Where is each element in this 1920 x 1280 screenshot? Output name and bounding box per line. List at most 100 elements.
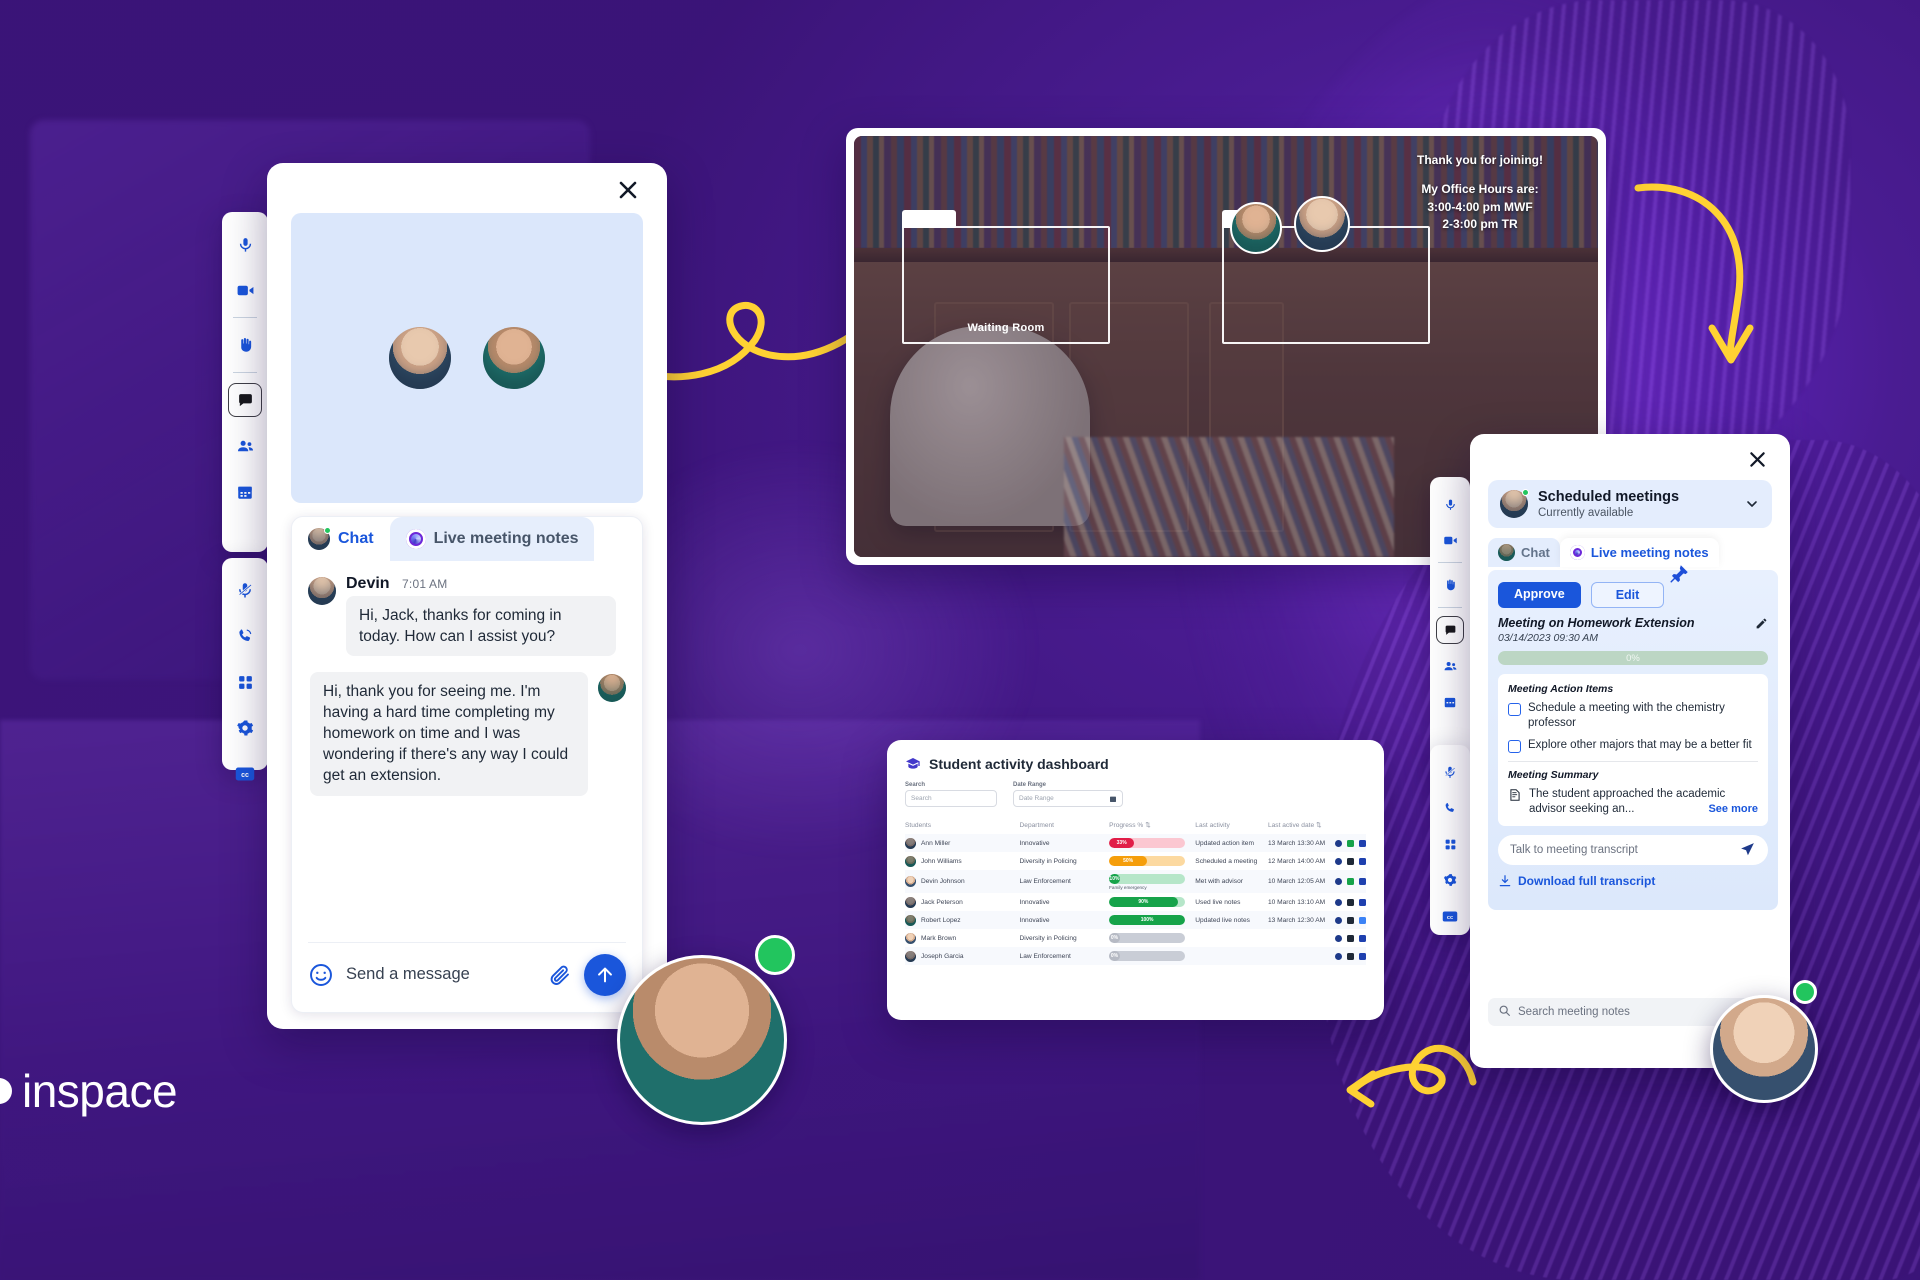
smiley-icon[interactable] [308, 962, 334, 988]
meeting-toolbar-left-secondary[interactable]: cc [222, 558, 268, 781]
calendar-icon[interactable] [1109, 795, 1117, 803]
self-view-avatar[interactable] [617, 955, 787, 1125]
settings-icon[interactable] [228, 711, 262, 745]
search-meeting-notes-input[interactable]: Search meeting notes [1518, 1006, 1630, 1018]
paperclip-icon[interactable] [548, 963, 572, 987]
message-icon[interactable] [1347, 898, 1354, 906]
cell-actions[interactable] [1335, 929, 1366, 947]
mic-off-icon[interactable] [1436, 758, 1464, 786]
tab-live-meeting-notes[interactable]: Live meeting notes [389, 517, 595, 561]
closed-captions-icon[interactable]: cc [1436, 902, 1464, 930]
notes-icon[interactable] [1359, 898, 1366, 906]
notes-action-buttons[interactable]: Approve Edit [1498, 582, 1768, 608]
checkbox[interactable] [1508, 739, 1521, 753]
chat-icon[interactable] [228, 383, 262, 417]
notes-icon[interactable] [1359, 839, 1366, 847]
message-input[interactable]: Send a message [346, 965, 536, 984]
raise-hand-icon[interactable] [228, 328, 262, 362]
camera-icon[interactable] [228, 273, 262, 307]
send-button[interactable] [584, 953, 626, 996]
checkbox[interactable] [1508, 703, 1521, 716]
calendar-icon[interactable] [1436, 688, 1464, 716]
camera-icon[interactable] [1436, 526, 1464, 554]
message-icon[interactable] [1347, 878, 1354, 885]
message-icon[interactable] [1347, 839, 1354, 847]
notes-tabs[interactable]: Chat Live meeting notes [1488, 538, 1790, 567]
table-row[interactable]: Joseph Garcia Law Enforcement 0% [905, 947, 1366, 965]
view-profile-icon[interactable] [1335, 934, 1342, 942]
close-icon[interactable] [615, 177, 641, 203]
search-input[interactable]: Search [905, 790, 997, 807]
mic-off-icon[interactable] [228, 573, 262, 607]
closed-captions-icon[interactable]: cc [228, 757, 262, 791]
action-item[interactable]: Schedule a meeting with the chemistry pr… [1508, 701, 1758, 731]
date-range-filter[interactable]: Date Range Date Range [1013, 782, 1123, 807]
transcript-input-row[interactable]: Talk to meeting transcript [1498, 834, 1768, 865]
microphone-icon[interactable] [1436, 490, 1464, 518]
col-progress[interactable]: Progress % ⇅ [1109, 817, 1195, 834]
calendar-icon[interactable] [228, 475, 262, 509]
scheduled-meetings-card[interactable]: Scheduled meetings Currently available [1488, 480, 1772, 528]
message-icon[interactable] [1347, 934, 1354, 942]
cell-actions[interactable] [1335, 893, 1366, 911]
message-icon[interactable] [1347, 857, 1354, 865]
raise-hand-icon[interactable] [1436, 571, 1464, 599]
notes-toolbar-primary[interactable] [1430, 477, 1470, 777]
sort-icon[interactable]: ⇅ [1145, 821, 1151, 829]
view-profile-icon[interactable] [1335, 839, 1342, 847]
grid-view-icon[interactable] [1436, 830, 1464, 858]
cell-actions[interactable] [1335, 852, 1366, 870]
participants-icon[interactable] [1436, 652, 1464, 680]
notes-toolbar-secondary[interactable]: cc [1430, 745, 1470, 935]
see-more-link[interactable]: See more [1708, 802, 1758, 816]
view-profile-icon[interactable] [1335, 898, 1342, 906]
phone-icon[interactable] [228, 619, 262, 653]
table-row[interactable]: Mark Brown Diversity in Policing 0% [905, 929, 1366, 947]
edit-button[interactable]: Edit [1590, 582, 1665, 608]
cell-actions[interactable] [1335, 870, 1366, 893]
chat-icon[interactable] [1436, 616, 1464, 644]
notes-icon[interactable] [1359, 878, 1366, 885]
transcript-input[interactable]: Talk to meeting transcript [1510, 844, 1739, 856]
notes-icon[interactable] [1359, 916, 1366, 924]
table-row[interactable]: Jack Peterson Innovative 90% Used live note… [905, 893, 1366, 911]
cell-actions[interactable] [1335, 834, 1366, 852]
view-profile-icon[interactable] [1335, 916, 1342, 924]
waiting-room-frame[interactable]: Waiting Room [902, 210, 1110, 344]
tab-live-meeting-notes[interactable]: Live meeting notes [1559, 538, 1719, 567]
approve-button[interactable]: Approve [1498, 582, 1581, 608]
date-range-input[interactable]: Date Range [1013, 790, 1123, 807]
search-filter[interactable]: Search Search [905, 782, 997, 807]
action-item[interactable]: Explore other majors that may be a bette… [1508, 738, 1758, 753]
dashboard-filters[interactable]: Search Search Date Range Date Range [905, 782, 1366, 807]
table-row[interactable]: Devin Johnson Law Enforcement 10% Family em… [905, 870, 1366, 893]
phone-icon[interactable] [1436, 794, 1464, 822]
sort-icon[interactable]: ⇅ [1316, 821, 1322, 829]
cell-actions[interactable] [1335, 947, 1366, 965]
view-profile-icon[interactable] [1335, 857, 1342, 865]
close-icon[interactable] [1746, 448, 1768, 470]
col-last-active-date[interactable]: Last active date ⇅ [1268, 817, 1335, 834]
settings-icon[interactable] [1436, 866, 1464, 894]
chevron-down-icon[interactable] [1744, 496, 1760, 512]
message-icon[interactable] [1347, 952, 1354, 960]
participants-frame[interactable] [1222, 196, 1430, 344]
pencil-icon[interactable] [1755, 617, 1768, 630]
table-row[interactable]: Robert Lopez Innovative 100% Updated live n… [905, 911, 1366, 929]
tab-chat[interactable]: Chat [292, 517, 390, 561]
message-composer[interactable]: Send a message [308, 942, 626, 998]
chat-tabs[interactable]: Chat Live meeting notes [292, 517, 642, 561]
view-profile-icon[interactable] [1335, 952, 1342, 960]
microphone-icon[interactable] [228, 227, 262, 261]
send-plane-icon[interactable] [1739, 841, 1756, 858]
table-row[interactable]: John Williams Diversity in Policing 50% Sch… [905, 852, 1366, 870]
table-row[interactable]: Ann Miller Innovative 33% Updated action it… [905, 834, 1366, 852]
meeting-toolbar-left[interactable] [222, 212, 268, 552]
notes-icon[interactable] [1359, 934, 1366, 942]
tab-chat[interactable]: Chat [1488, 538, 1560, 567]
participant-avatar[interactable] [1710, 995, 1818, 1103]
grid-view-icon[interactable] [228, 665, 262, 699]
download-transcript-link[interactable]: Download full transcript [1498, 874, 1768, 888]
notes-icon[interactable] [1359, 952, 1366, 960]
notes-icon[interactable] [1359, 857, 1366, 865]
